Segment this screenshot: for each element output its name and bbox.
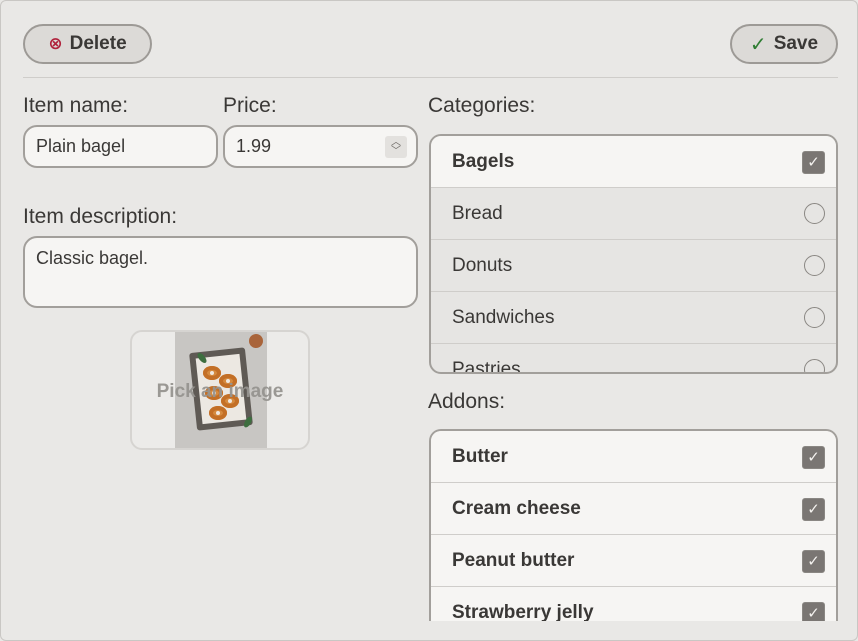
description-value: Classic bagel.: [36, 248, 149, 268]
category-label: Pastries: [452, 358, 521, 374]
price-input[interactable]: 1.99 ︿ ﹀: [223, 125, 418, 168]
addon-item[interactable]: Peanut butter ✓: [431, 535, 836, 587]
checkbox-unchecked-icon[interactable]: [804, 255, 825, 276]
pick-image-label: Pick an image: [156, 381, 284, 402]
categories-label: Categories:: [428, 94, 536, 117]
category-item[interactable]: Bread: [431, 188, 836, 240]
bagel-shape: [209, 406, 227, 420]
categories-list[interactable]: Bagels ✓ Bread Donuts Sandwiches Pastrie…: [429, 134, 838, 374]
save-button[interactable]: ✓ Save: [730, 24, 838, 64]
addon-label: Strawberry jelly: [452, 601, 594, 622]
checkbox-checked-icon[interactable]: ✓: [802, 446, 825, 469]
toolbar-divider: [23, 77, 838, 78]
addons-label: Addons:: [428, 390, 506, 413]
addon-item[interactable]: Cream cheese ✓: [431, 483, 836, 535]
delete-label: Delete: [69, 33, 127, 54]
price-stepper[interactable]: ︿ ﹀: [385, 136, 407, 158]
category-item[interactable]: Pastries: [431, 344, 836, 374]
category-label: Donuts: [452, 254, 513, 276]
checkbox-checked-icon[interactable]: ✓: [802, 602, 825, 621]
category-item[interactable]: Donuts: [431, 240, 836, 292]
checkbox-checked-icon[interactable]: ✓: [802, 550, 825, 573]
addon-label: Butter: [452, 445, 508, 467]
category-label: Bagels: [452, 150, 515, 172]
price-label: Price:: [223, 94, 277, 117]
checkbox-unchecked-icon[interactable]: [804, 307, 825, 328]
addon-label: Cream cheese: [452, 497, 581, 519]
checkbox-unchecked-icon[interactable]: [804, 203, 825, 224]
description-label: Item description:: [23, 205, 178, 228]
addon-item[interactable]: Butter ✓: [431, 431, 836, 483]
check-icon: ✓: [749, 33, 767, 56]
checkbox-checked-icon[interactable]: ✓: [802, 151, 825, 174]
price-value: 1.99: [236, 136, 272, 156]
category-label: Bread: [452, 202, 503, 224]
checkbox-checked-icon[interactable]: ✓: [802, 498, 825, 521]
chevron-down-icon[interactable]: ﹀: [385, 147, 407, 157]
addons-list[interactable]: Butter ✓ Cream cheese ✓ Peanut butter ✓ …: [429, 429, 838, 621]
nut-shape: [249, 334, 263, 348]
category-item[interactable]: Sandwiches: [431, 292, 836, 344]
image-picker[interactable]: Pick an image: [130, 330, 310, 450]
item-name-label: Item name:: [23, 94, 129, 117]
checkbox-unchecked-icon[interactable]: [804, 359, 825, 372]
bagel-shape: [203, 366, 221, 380]
editor-panel: ⊗ Delete ✓ Save Item name: Plain bagel P…: [0, 0, 858, 641]
delete-button[interactable]: ⊗ Delete: [23, 24, 152, 64]
save-label: Save: [773, 33, 819, 54]
description-input[interactable]: Classic bagel.: [23, 236, 418, 308]
addon-label: Peanut butter: [452, 549, 575, 571]
category-label: Sandwiches: [452, 306, 555, 328]
category-item[interactable]: Bagels ✓: [431, 136, 836, 188]
item-name-value: Plain bagel: [36, 136, 126, 156]
addon-item[interactable]: Strawberry jelly ✓: [431, 587, 836, 621]
item-name-input[interactable]: Plain bagel: [23, 125, 218, 168]
delete-icon: ⊗: [48, 34, 63, 53]
